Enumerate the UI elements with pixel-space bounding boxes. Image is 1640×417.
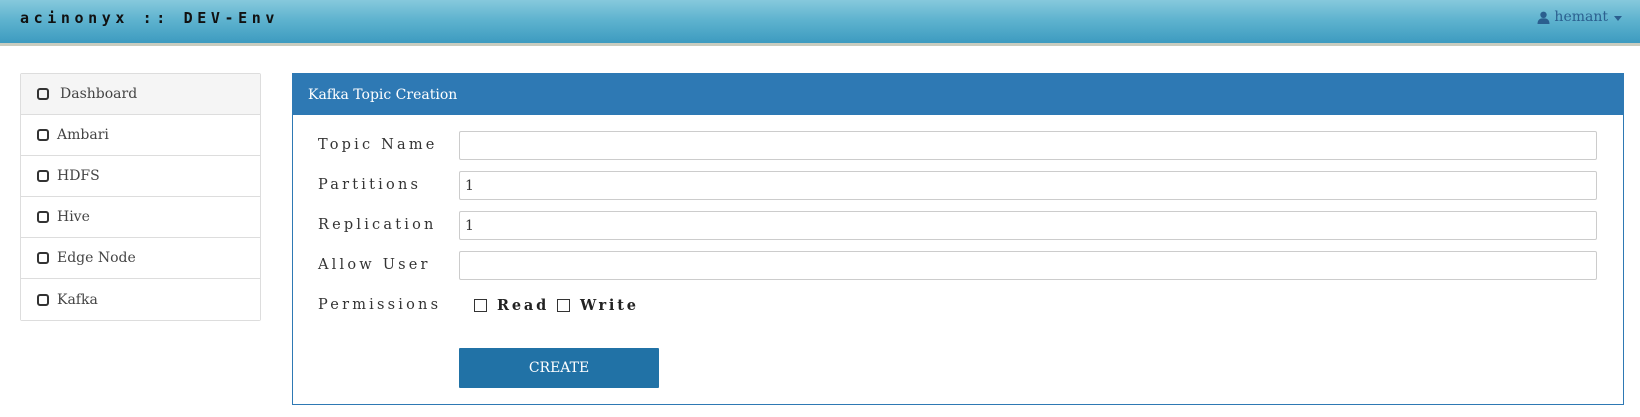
read-label: Read <box>497 296 550 314</box>
square-icon <box>37 88 49 100</box>
square-icon <box>37 293 49 306</box>
sidebar-item-kafka[interactable]: Kafka <box>21 279 260 320</box>
square-icon <box>37 211 49 223</box>
sidebar-item-dashboard[interactable]: Dashboard <box>21 74 260 115</box>
write-label: Write <box>580 296 639 314</box>
topic-name-input[interactable] <box>459 131 1597 160</box>
read-checkbox[interactable] <box>474 298 487 312</box>
sidebar-item-label: Kafka <box>57 291 98 308</box>
topic-name-label: Topic Name <box>318 137 438 153</box>
panel-title: Kafka Topic Creation <box>293 74 1623 115</box>
replication-row: Replication <box>318 210 458 240</box>
partitions-label: Partitions <box>318 177 422 193</box>
top-navbar: acinonyx :: DEV-Env hemant <box>0 0 1640 46</box>
partitions-input[interactable] <box>459 171 1597 200</box>
square-icon <box>37 129 49 141</box>
square-icon <box>37 252 49 264</box>
topic-name-row: Topic Name <box>318 130 458 160</box>
sidebar-item-hdfs[interactable]: HDFS <box>21 156 260 197</box>
app-brand[interactable]: acinonyx :: DEV-Env <box>20 9 279 27</box>
replication-label: Replication <box>318 217 437 233</box>
user-name: hemant <box>1554 9 1608 25</box>
square-icon <box>37 170 49 182</box>
partitions-row: Partitions <box>318 170 458 200</box>
kafka-topic-panel: Kafka Topic Creation Topic Name Partitio… <box>292 73 1624 405</box>
create-button[interactable]: CREATE <box>459 348 659 388</box>
sidebar-item-hive[interactable]: Hive <box>21 197 260 238</box>
sidebar-item-label: Hive <box>57 209 90 225</box>
allow-user-label: Allow User <box>318 257 431 273</box>
sidebar-item-label: Ambari <box>57 127 109 143</box>
sidebar-item-label: HDFS <box>57 168 100 184</box>
write-checkbox[interactable] <box>557 298 571 312</box>
allow-user-input[interactable] <box>459 251 1597 280</box>
sidebar-item-edge-node[interactable]: Edge Node <box>21 238 260 279</box>
sidebar-item-ambari[interactable]: Ambari <box>21 115 260 156</box>
user-menu[interactable]: hemant <box>1537 9 1622 25</box>
sidebar-item-label: Edge Node <box>57 250 136 266</box>
replication-input[interactable] <box>459 211 1597 240</box>
permissions-label: Permissions <box>318 297 442 313</box>
sidebar-nav: Dashboard Ambari HDFS Hive Edge Node Kaf… <box>20 73 261 321</box>
user-icon <box>1537 11 1550 24</box>
sidebar-item-label: Dashboard <box>60 86 138 102</box>
permissions-row: Permissions <box>318 290 458 320</box>
permissions-options: Read Write <box>474 290 647 320</box>
chevron-down-icon <box>1614 15 1622 21</box>
allow-user-row: Allow User <box>318 250 458 280</box>
